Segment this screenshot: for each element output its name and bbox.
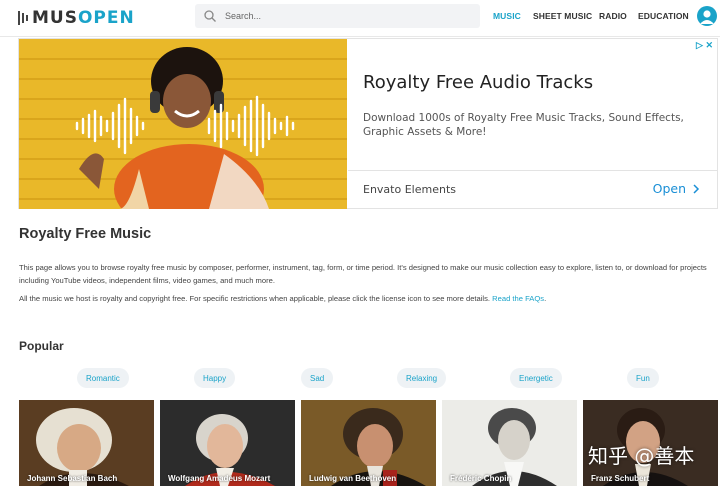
composer-name: Frédéric Chopin — [450, 474, 512, 483]
watermark-text: 知乎 @善本 — [588, 444, 695, 468]
rights-text-end: . — [544, 294, 547, 303]
logo-mark-icon — [18, 11, 28, 25]
tag-happy[interactable]: Happy — [194, 368, 236, 388]
advertisement[interactable]: ▷ ✕ Royalty Free Audio Tracks Download 1… — [18, 38, 718, 209]
close-icon[interactable]: ✕ — [705, 40, 713, 50]
tag-fun[interactable]: Fun — [627, 368, 659, 388]
rights-text: All the music we host is royalty and cop… — [19, 293, 709, 305]
composer-card-chopin[interactable]: Frédéric Chopin — [442, 400, 577, 486]
site-header: MUSOPEN MUSIC SHEET MUSIC RADIO EDUCATIO… — [0, 0, 720, 37]
page-title: Royalty Free Music — [19, 226, 152, 242]
composer-card-beethoven[interactable]: Ludwig van Beethoven — [301, 400, 436, 486]
tag-romantic[interactable]: Romantic — [77, 368, 129, 388]
logo-text-open: OPEN — [77, 8, 135, 28]
composer-name: Johann Sebastian Bach — [27, 474, 118, 483]
composer-name: Franz Schubert — [591, 474, 650, 483]
composer-name: Wolfgang Amadeus Mozart — [168, 474, 271, 483]
tag-energetic[interactable]: Energetic — [510, 368, 562, 388]
ad-open-label: Open — [652, 181, 686, 196]
ad-image[interactable] — [19, 39, 347, 209]
nav-radio[interactable]: RADIO — [599, 11, 627, 21]
musopen-logo[interactable]: MUSOPEN — [18, 7, 135, 29]
logo-text: MUSOPEN — [32, 8, 135, 28]
faq-link[interactable]: Read the FAQs — [492, 294, 544, 303]
ad-badge[interactable]: ▷ ✕ — [696, 40, 713, 51]
composer-name: Ludwig van Beethoven — [309, 474, 397, 483]
search-input[interactable] — [225, 11, 465, 21]
nav-music[interactable]: MUSIC — [493, 11, 521, 21]
popular-heading: Popular — [19, 339, 64, 353]
ad-title[interactable]: Royalty Free Audio Tracks — [363, 72, 593, 93]
rights-text-body: All the music we host is royalty and cop… — [19, 294, 493, 303]
ad-brand: Envato Elements — [363, 183, 456, 196]
chevron-right-icon — [693, 183, 700, 194]
nav-sheet-music[interactable]: SHEET MUSIC — [533, 11, 592, 21]
search-box[interactable] — [195, 4, 480, 28]
intro-text: This page allows you to browse royalty f… — [19, 263, 707, 285]
tag-sad[interactable]: Sad — [301, 368, 334, 388]
ad-footer: Envato Elements Open — [348, 170, 718, 209]
nav-education[interactable]: EDUCATION — [638, 11, 689, 21]
logo-text-mus: MUS — [32, 8, 78, 28]
adchoices-icon[interactable]: ▷ — [696, 40, 703, 50]
user-avatar[interactable] — [697, 6, 717, 26]
tag-relaxing[interactable]: Relaxing — [397, 368, 447, 388]
composer-card-bach[interactable]: Johann Sebastian Bach — [19, 400, 154, 486]
ad-open-button[interactable]: Open — [653, 181, 700, 196]
search-icon — [204, 10, 216, 22]
ad-description: Download 1000s of Royalty Free Music Tra… — [363, 112, 684, 138]
composer-card-mozart[interactable]: Wolfgang Amadeus Mozart — [160, 400, 295, 486]
user-icon — [700, 10, 714, 24]
